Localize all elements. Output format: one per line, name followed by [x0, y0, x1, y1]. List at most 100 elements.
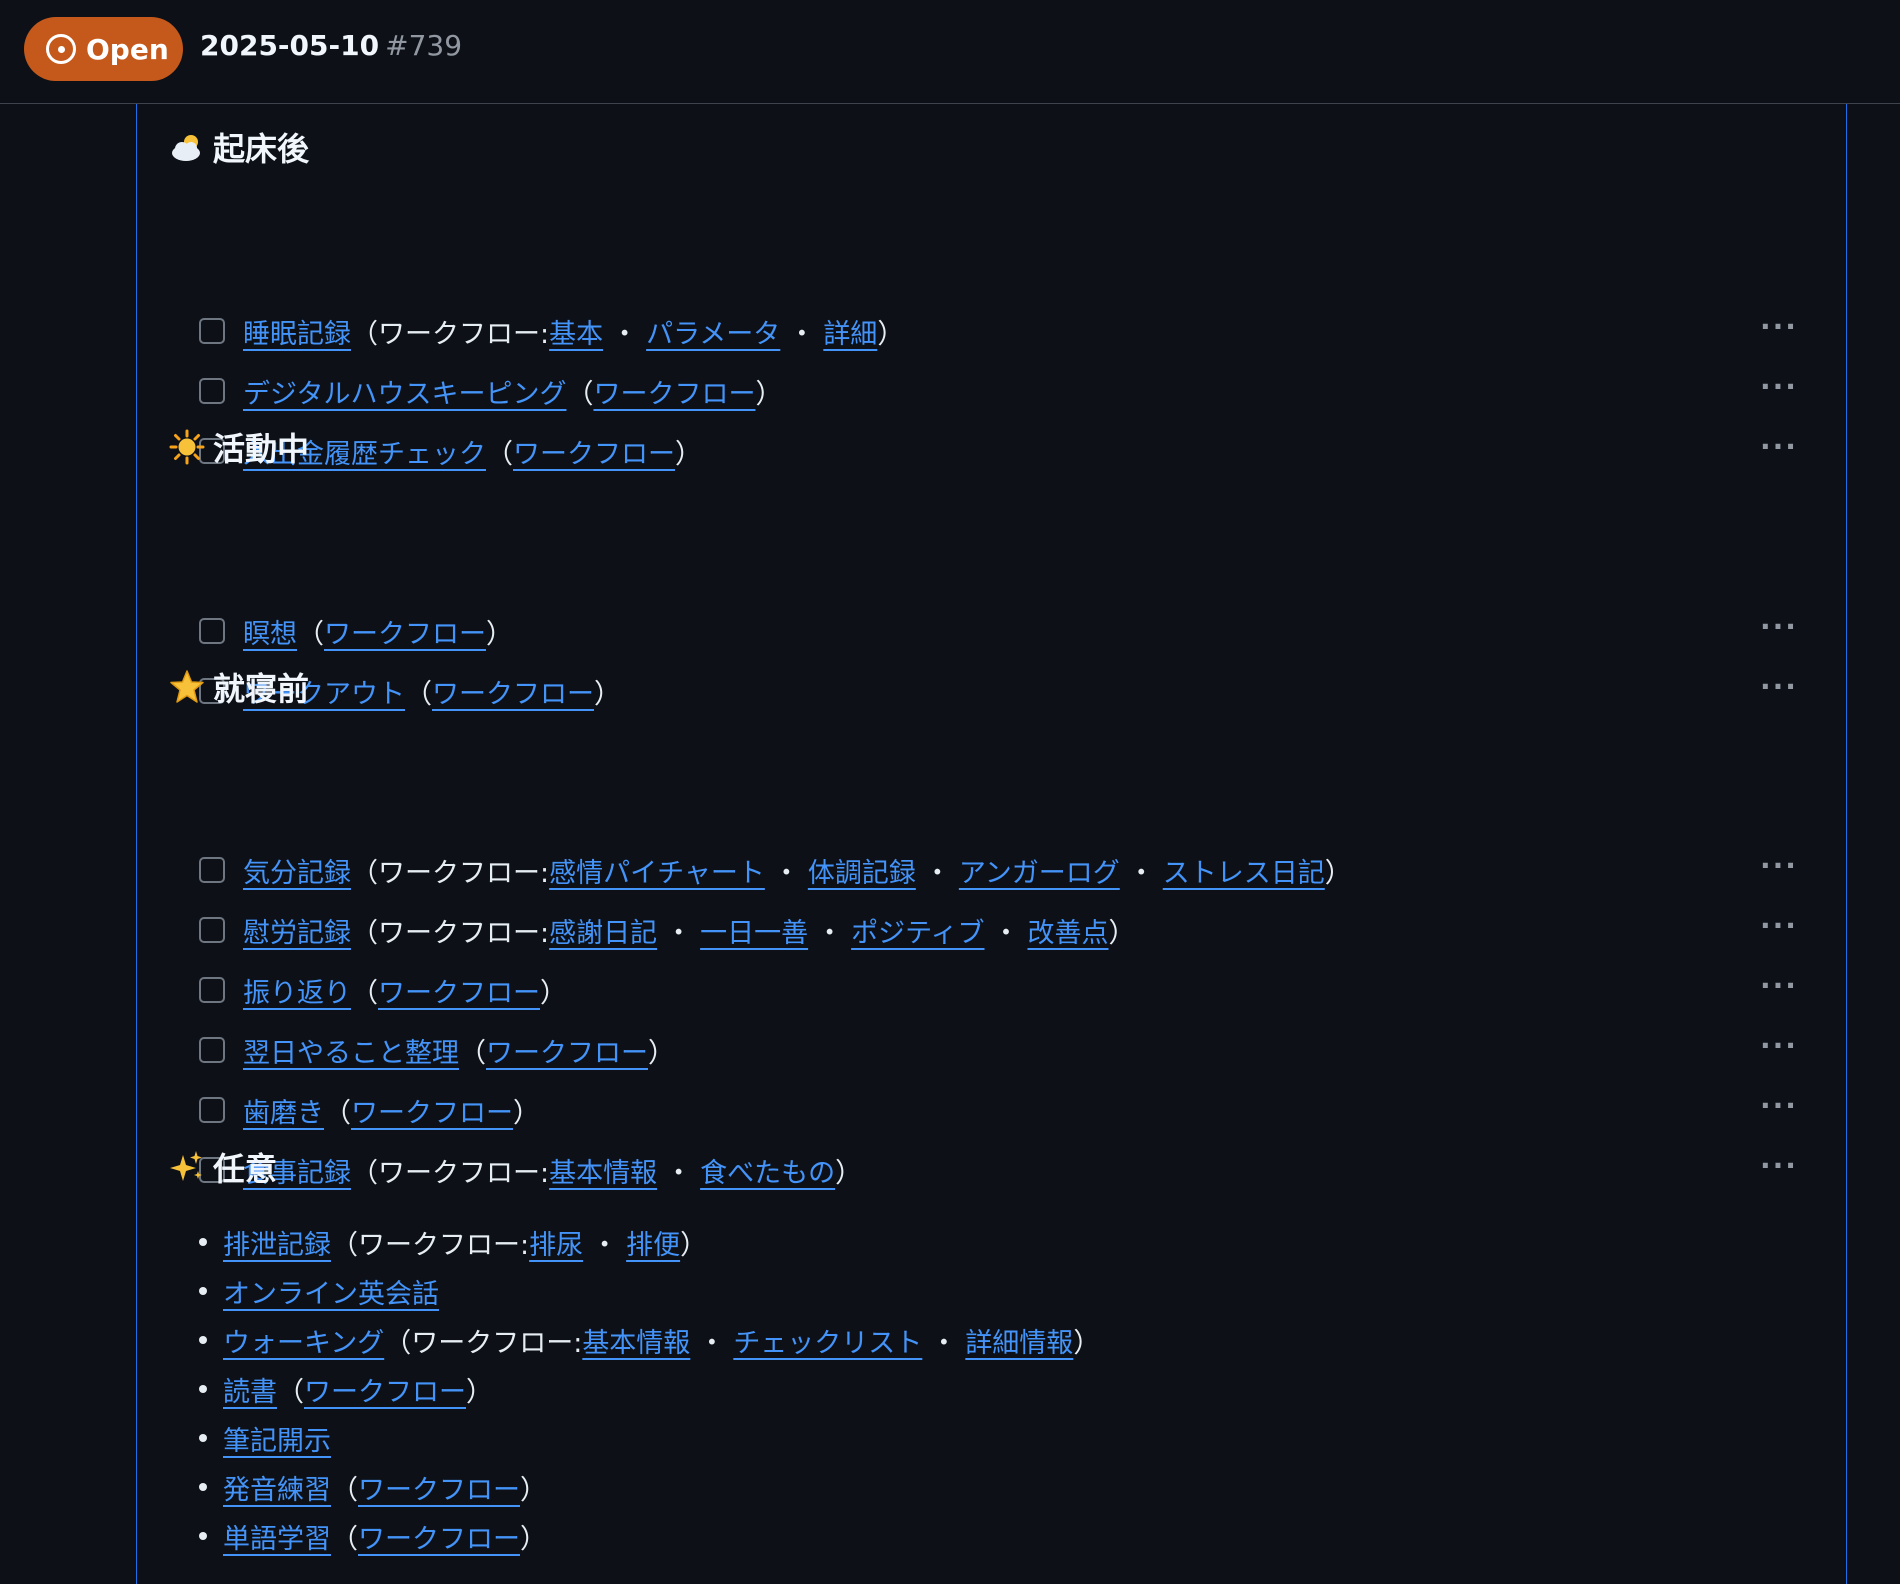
more-options-icon[interactable]: ···	[1759, 373, 1799, 407]
workflow-link[interactable]: 一日一善	[700, 911, 808, 950]
item-link[interactable]: ウォーキング	[223, 1321, 384, 1360]
task-item: ワークアウト （ ワークフロー ） ···	[199, 671, 1799, 711]
workflow-link[interactable]: ワークフロー	[378, 971, 540, 1010]
task-checkbox[interactable]	[199, 977, 225, 1003]
closer: ）	[520, 1523, 547, 1555]
workflow-link[interactable]: 食べたもの	[700, 1151, 835, 1190]
workflow-link[interactable]: ワークフロー	[358, 1517, 520, 1556]
more-options-icon[interactable]: ···	[1759, 313, 1799, 347]
item-link[interactable]: 読書	[223, 1370, 277, 1409]
item-link[interactable]: オンライン英会話	[223, 1272, 439, 1311]
item-link[interactable]: 発音練習	[223, 1468, 331, 1507]
section-title: 活動中	[213, 430, 310, 468]
task-prefix: （	[324, 1097, 351, 1129]
workflow-link[interactable]: 排尿	[529, 1223, 583, 1262]
more-options-icon[interactable]: ···	[1759, 852, 1799, 886]
issue-number: #739	[385, 29, 463, 62]
closer: ）	[1324, 857, 1352, 889]
issue-body: 起床後 睡眠記録 （ワークフロー: 基本 ・ パラメータ ・ 詳細 ） ··· …	[136, 104, 1847, 1584]
separator: ・	[772, 857, 800, 889]
task-prefix: （ワークフロー:	[351, 857, 550, 889]
task-link[interactable]: 睡眠記録	[243, 312, 351, 351]
task-checkbox[interactable]	[199, 1097, 225, 1123]
workflow-link[interactable]: 体調記録	[808, 851, 916, 890]
workflow-link[interactable]: アンガーログ	[959, 851, 1120, 890]
workflow-link[interactable]: ワークフロー	[351, 1091, 513, 1130]
workflow-link[interactable]: ポジティブ	[851, 911, 984, 950]
workflow-link[interactable]: ワークフロー	[432, 672, 594, 711]
task-link[interactable]: 歯磨き	[243, 1091, 324, 1130]
more-options-icon[interactable]: ···	[1759, 673, 1799, 707]
workflow-link[interactable]: 詳細	[823, 312, 877, 351]
workflow-link[interactable]: 基本情報	[549, 1151, 657, 1190]
more-options-icon[interactable]: ···	[1759, 433, 1799, 467]
separator: ・	[611, 318, 639, 350]
workflow-link[interactable]: ワークフロー	[324, 612, 486, 651]
item-link[interactable]: 単語学習	[223, 1517, 331, 1556]
workflow-link[interactable]: 感謝日記	[549, 911, 657, 950]
workflow-link[interactable]: ワークフロー	[486, 1031, 648, 1070]
workflow-link[interactable]: ストレス日記	[1163, 851, 1325, 890]
sparkles-icon	[169, 1149, 205, 1185]
workflow-link[interactable]: 基本情報	[582, 1321, 690, 1360]
closer: ）	[648, 1037, 675, 1069]
workflow-link[interactable]: 基本	[549, 312, 603, 351]
issue-header: Open 2025-05-10 #739	[0, 0, 1900, 104]
separator: ・	[591, 1229, 619, 1261]
workflow-link[interactable]: 排便	[626, 1223, 680, 1262]
bullet	[199, 1238, 207, 1246]
section-title: 起床後	[213, 130, 310, 168]
section-heading-optional: 任意	[169, 1144, 277, 1190]
task-checkbox[interactable]	[199, 857, 225, 883]
bullet	[199, 1434, 207, 1442]
list-item: 単語学習 （ ワークフロー ）	[199, 1516, 547, 1556]
bullet	[199, 1336, 207, 1344]
task-checkbox[interactable]	[199, 378, 225, 404]
more-options-icon[interactable]: ···	[1759, 972, 1799, 1006]
task-prefix: （	[405, 678, 432, 710]
closer: ）	[540, 977, 567, 1009]
list-item: 読書 （ ワークフロー ）	[199, 1369, 493, 1409]
more-options-icon[interactable]: ···	[1759, 613, 1799, 647]
workflow-link[interactable]: パラメータ	[646, 312, 780, 351]
item-link[interactable]: 排泄記録	[223, 1223, 331, 1262]
task-prefix: （	[351, 977, 378, 1009]
task-checkbox[interactable]	[199, 618, 225, 644]
task-item: デジタルハウスキーピング （ ワークフロー ） ···	[199, 371, 1799, 411]
issue-title: 2025-05-10 #739	[200, 28, 462, 64]
closer: ）	[466, 1376, 493, 1408]
workflow-link[interactable]: 改善点	[1028, 911, 1109, 950]
task-link[interactable]: 翌日やること整理	[243, 1031, 459, 1070]
closer: ）	[486, 618, 513, 650]
task-link[interactable]: 気分記録	[243, 851, 351, 890]
workflow-link[interactable]: ワークフロー	[304, 1370, 466, 1409]
workflow-link[interactable]: 感情パイチャート	[549, 851, 765, 890]
more-options-icon[interactable]: ···	[1759, 912, 1799, 946]
more-options-icon[interactable]: ···	[1759, 1032, 1799, 1066]
section-heading-active: 活動中	[169, 424, 309, 470]
list-item: ウォーキング （ワークフロー: 基本情報 ・ チェックリスト ・ 詳細情報 ）	[199, 1320, 1100, 1360]
task-checkbox[interactable]	[199, 917, 225, 943]
workflow-link[interactable]: 詳細情報	[965, 1321, 1073, 1360]
task-link[interactable]: デジタルハウスキーピング	[243, 372, 566, 411]
task-link[interactable]: 慰労記録	[243, 911, 351, 950]
task-checkbox[interactable]	[199, 1037, 225, 1063]
separator: ・	[930, 1327, 958, 1359]
task-prefix: （	[297, 618, 324, 650]
closer: ）	[594, 678, 621, 710]
task-link[interactable]: 振り返り	[243, 971, 351, 1010]
list-item: 筆記開示	[199, 1418, 331, 1458]
sun-icon	[169, 429, 205, 465]
workflow-link[interactable]: ワークフロー	[358, 1468, 520, 1507]
item-link[interactable]: 筆記開示	[223, 1419, 331, 1458]
more-options-icon[interactable]: ···	[1759, 1092, 1799, 1126]
task-link[interactable]: 瞑想	[243, 612, 297, 651]
bullet	[199, 1483, 207, 1491]
task-checkbox[interactable]	[199, 318, 225, 344]
workflow-link[interactable]: ワークフロー	[593, 372, 755, 411]
more-options-icon[interactable]: ···	[1759, 1152, 1799, 1186]
task-item: 入出金履歴チェック （ ワークフロー ） ···	[199, 431, 1799, 471]
closer: ）	[755, 378, 783, 410]
workflow-link[interactable]: チェックリスト	[733, 1321, 922, 1360]
workflow-link[interactable]: ワークフロー	[513, 432, 675, 471]
